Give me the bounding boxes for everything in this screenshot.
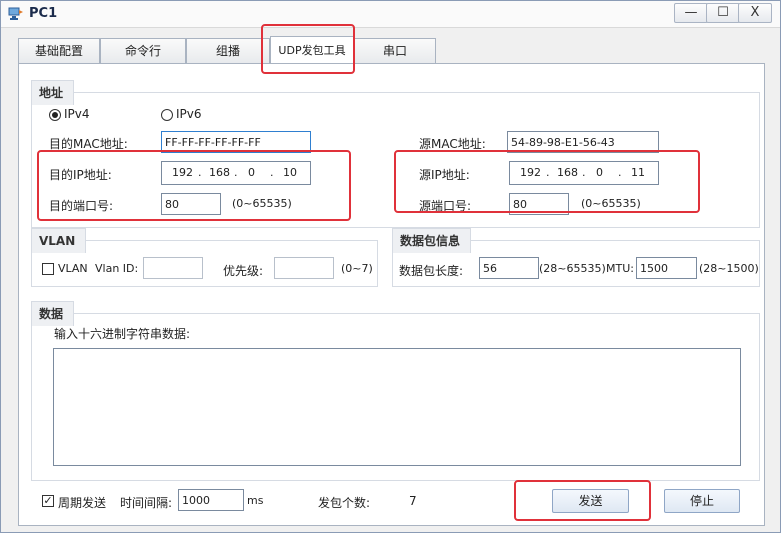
ip-dot: . xyxy=(582,166,586,179)
vlan-checkbox-label: VLAN xyxy=(58,262,88,275)
src-ip-label: 源IP地址: xyxy=(419,168,470,182)
dst-ip-label: 目的IP地址: xyxy=(49,168,112,182)
dst-ip-octet-1[interactable]: 192 xyxy=(172,166,193,179)
src-port-range: (0~65535) xyxy=(581,197,641,210)
dst-ip-input[interactable]: 192 . 168 . 0 . 10 xyxy=(161,161,311,185)
packet-length-input[interactable]: 56 xyxy=(479,257,539,279)
data-group-label: 数据 xyxy=(31,301,75,326)
src-ip-octet-1[interactable]: 192 xyxy=(520,166,541,179)
tab-udp-tool[interactable]: UDP发包工具 xyxy=(270,36,354,63)
ip-dot: . xyxy=(234,166,238,179)
vlan-id-input[interactable] xyxy=(143,257,203,279)
tab-serial[interactable]: 串口 xyxy=(354,38,436,63)
vlan-id-label: Vlan ID: xyxy=(95,262,139,275)
mtu-range: (28~1500) xyxy=(699,262,759,275)
close-icon: X xyxy=(750,5,760,20)
interval-input[interactable]: 1000 xyxy=(178,489,244,511)
dst-port-range: (0~65535) xyxy=(232,197,292,210)
ip-dot: . xyxy=(198,166,202,179)
pc-app-icon xyxy=(8,7,23,20)
hex-data-textarea[interactable] xyxy=(53,348,741,466)
dst-port-input[interactable]: 80 xyxy=(161,193,221,215)
src-mac-input[interactable]: 54-89-98-E1-56-43 xyxy=(507,131,659,153)
dst-mac-input[interactable]: FF-FF-FF-FF-FF-FF xyxy=(161,131,311,153)
mtu-label: MTU: xyxy=(606,262,634,275)
periodic-send-label: 周期发送 xyxy=(58,496,107,510)
udp-tool-panel: 地址 IPv4 IPv6 目的MAC地址: FF-FF-FF-FF-FF-FF … xyxy=(18,63,765,526)
ipv4-label: IPv4 xyxy=(64,107,90,121)
title-bar: PC1 — ☐ X xyxy=(1,1,780,28)
src-mac-label: 源MAC地址: xyxy=(419,137,486,151)
minimize-icon: — xyxy=(684,5,698,20)
packet-length-label: 数据包长度: xyxy=(399,264,464,278)
dst-port-label: 目的端口号: xyxy=(49,199,114,213)
address-group-label: 地址 xyxy=(31,80,75,105)
src-ip-input[interactable]: 192 . 168 . 0 . 11 xyxy=(509,161,659,185)
ipv6-radio[interactable] xyxy=(161,109,173,121)
tab-command-line[interactable]: 命令行 xyxy=(100,38,186,63)
packet-info-group-label: 数据包信息 xyxy=(392,228,472,253)
packet-count-value: 7 xyxy=(409,494,417,508)
ip-dot: . xyxy=(546,166,550,179)
dst-ip-octet-2[interactable]: 168 xyxy=(209,166,230,179)
app-window: PC1 — ☐ X 基础配置 命令行 组播 UDP发包工具 串口 地址 IPv4… xyxy=(0,0,781,533)
maximize-button[interactable]: ☐ xyxy=(706,3,740,23)
ipv6-label: IPv6 xyxy=(176,107,202,121)
packet-count-label: 发包个数: xyxy=(318,496,371,510)
stop-button[interactable]: 停止 xyxy=(664,489,740,513)
packet-length-range: (28~65535) xyxy=(539,262,606,275)
check-icon: ✓ xyxy=(43,494,53,507)
src-port-label: 源端口号: xyxy=(419,199,472,213)
vlan-checkbox[interactable] xyxy=(42,263,54,275)
vlan-group: VLAN VLAN Vlan ID: 优先级: (0~7) xyxy=(31,228,378,287)
packet-info-group: 数据包信息 数据包长度: 56 (28~65535) MTU: 1500 (28… xyxy=(392,228,760,287)
mtu-input[interactable]: 1500 xyxy=(636,257,697,279)
dst-ip-octet-3[interactable]: 0 xyxy=(248,166,255,179)
priority-label: 优先级: xyxy=(223,264,264,278)
close-button[interactable]: X xyxy=(738,3,772,23)
ipv4-radio[interactable] xyxy=(49,109,61,121)
periodic-send-checkbox[interactable]: ✓ xyxy=(42,495,54,507)
minimize-button[interactable]: — xyxy=(674,3,708,23)
src-ip-octet-3[interactable]: 0 xyxy=(596,166,603,179)
hex-input-label: 输入十六进制字符串数据: xyxy=(54,327,191,341)
tab-multicast[interactable]: 组播 xyxy=(186,38,270,63)
window-title: PC1 xyxy=(29,6,58,21)
interval-unit: ms xyxy=(247,494,264,507)
dst-ip-octet-4[interactable]: 10 xyxy=(283,166,297,179)
src-ip-octet-4[interactable]: 11 xyxy=(631,166,645,179)
src-ip-octet-2[interactable]: 168 xyxy=(557,166,578,179)
priority-input[interactable] xyxy=(274,257,334,279)
send-button[interactable]: 发送 xyxy=(552,489,629,513)
src-port-input[interactable]: 80 xyxy=(509,193,569,215)
ip-dot: . xyxy=(270,166,274,179)
priority-range: (0~7) xyxy=(341,262,373,275)
vlan-group-label: VLAN xyxy=(31,228,87,253)
address-group: 地址 IPv4 IPv6 目的MAC地址: FF-FF-FF-FF-FF-FF … xyxy=(31,80,760,228)
data-group: 数据 输入十六进制字符串数据: xyxy=(31,301,760,481)
dst-mac-label: 目的MAC地址: xyxy=(49,137,128,151)
maximize-icon: ☐ xyxy=(717,5,729,20)
ip-dot: . xyxy=(618,166,622,179)
tab-basic-config[interactable]: 基础配置 xyxy=(18,38,100,63)
interval-label: 时间间隔: xyxy=(120,496,173,510)
